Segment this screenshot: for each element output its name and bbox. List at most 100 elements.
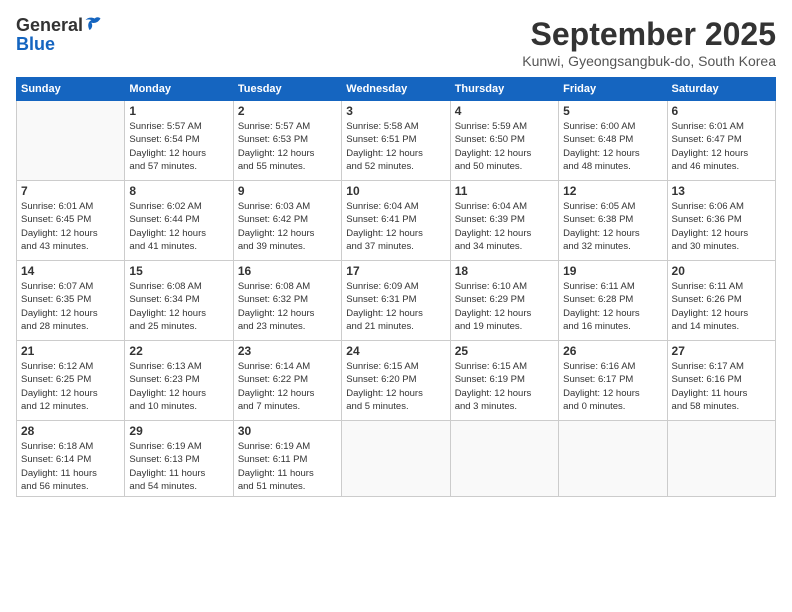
day-info: Sunrise: 6:16 AM Sunset: 6:17 PM Dayligh… <box>563 360 662 413</box>
day-number: 19 <box>563 264 662 278</box>
day-cell: 29 Sunrise: 6:19 AM Sunset: 6:13 PM Dayli… <box>125 421 233 497</box>
day-info: Sunrise: 6:11 AM Sunset: 6:26 PM Dayligh… <box>672 280 771 333</box>
week-row-1: 1 Sunrise: 5:57 AM Sunset: 6:54 PM Daylig… <box>17 101 776 181</box>
day-cell: 11 Sunrise: 6:04 AM Sunset: 6:39 PM Dayli… <box>450 181 558 261</box>
day-cell <box>450 421 558 497</box>
day-cell: 30 Sunrise: 6:19 AM Sunset: 6:11 PM Dayli… <box>233 421 341 497</box>
day-info: Sunrise: 6:18 AM Sunset: 6:14 PM Dayligh… <box>21 440 120 493</box>
day-info: Sunrise: 6:19 AM Sunset: 6:13 PM Dayligh… <box>129 440 228 493</box>
calendar-table: SundayMondayTuesdayWednesdayThursdayFrid… <box>16 77 776 497</box>
day-number: 4 <box>455 104 554 118</box>
month-title: September 2025 <box>522 16 776 53</box>
day-cell: 14Sunrise: 6:07 AM Sunset: 6:35 PM Dayli… <box>17 261 125 341</box>
location: Kunwi, Gyeongsangbuk-do, South Korea <box>522 53 776 69</box>
day-number: 22 <box>129 344 228 358</box>
day-number: 29 <box>129 424 228 438</box>
day-info: Sunrise: 6:09 AM Sunset: 6:31 PM Dayligh… <box>346 280 445 333</box>
day-info: Sunrise: 6:00 AM Sunset: 6:48 PM Dayligh… <box>563 120 662 173</box>
day-info: Sunrise: 5:58 AM Sunset: 6:51 PM Dayligh… <box>346 120 445 173</box>
day-number: 27 <box>672 344 771 358</box>
day-cell: 13Sunrise: 6:06 AM Sunset: 6:36 PM Dayli… <box>667 181 775 261</box>
day-cell: 6 Sunrise: 6:01 AM Sunset: 6:47 PM Daylig… <box>667 101 775 181</box>
day-number: 26 <box>563 344 662 358</box>
day-cell: 4Sunrise: 5:59 AM Sunset: 6:50 PM Daylig… <box>450 101 558 181</box>
day-info: Sunrise: 6:17 AM Sunset: 6:16 PM Dayligh… <box>672 360 771 413</box>
col-header-wednesday: Wednesday <box>342 78 450 101</box>
day-cell: 8 Sunrise: 6:02 AM Sunset: 6:44 PM Daylig… <box>125 181 233 261</box>
day-number: 1 <box>129 104 228 118</box>
day-cell: 21Sunrise: 6:12 AM Sunset: 6:25 PM Dayli… <box>17 341 125 421</box>
day-number: 3 <box>346 104 445 118</box>
day-cell: 5 Sunrise: 6:00 AM Sunset: 6:48 PM Daylig… <box>559 101 667 181</box>
day-cell: 15Sunrise: 6:08 AM Sunset: 6:34 PM Dayli… <box>125 261 233 341</box>
day-number: 25 <box>455 344 554 358</box>
day-info: Sunrise: 6:13 AM Sunset: 6:23 PM Dayligh… <box>129 360 228 413</box>
col-header-saturday: Saturday <box>667 78 775 101</box>
logo-bird-icon <box>83 16 103 36</box>
day-info: Sunrise: 6:03 AM Sunset: 6:42 PM Dayligh… <box>238 200 337 253</box>
day-cell: 20 Sunrise: 6:11 AM Sunset: 6:26 PM Dayli… <box>667 261 775 341</box>
day-info: Sunrise: 5:57 AM Sunset: 6:54 PM Dayligh… <box>129 120 228 173</box>
day-cell: 28Sunrise: 6:18 AM Sunset: 6:14 PM Dayli… <box>17 421 125 497</box>
col-header-thursday: Thursday <box>450 78 558 101</box>
col-header-friday: Friday <box>559 78 667 101</box>
day-cell: 27 Sunrise: 6:17 AM Sunset: 6:16 PM Dayli… <box>667 341 775 421</box>
day-info: Sunrise: 6:15 AM Sunset: 6:20 PM Dayligh… <box>346 360 445 413</box>
day-cell: 17 Sunrise: 6:09 AM Sunset: 6:31 PM Dayli… <box>342 261 450 341</box>
day-number: 30 <box>238 424 337 438</box>
day-cell: 10 Sunrise: 6:04 AM Sunset: 6:41 PM Dayli… <box>342 181 450 261</box>
col-header-tuesday: Tuesday <box>233 78 341 101</box>
day-cell: 1 Sunrise: 5:57 AM Sunset: 6:54 PM Daylig… <box>125 101 233 181</box>
day-info: Sunrise: 6:01 AM Sunset: 6:45 PM Dayligh… <box>21 200 120 253</box>
day-cell: 25 Sunrise: 6:15 AM Sunset: 6:19 PM Dayli… <box>450 341 558 421</box>
day-number: 14 <box>21 264 120 278</box>
day-info: Sunrise: 6:08 AM Sunset: 6:32 PM Dayligh… <box>238 280 337 333</box>
day-number: 8 <box>129 184 228 198</box>
day-info: Sunrise: 6:05 AM Sunset: 6:38 PM Dayligh… <box>563 200 662 253</box>
day-number: 17 <box>346 264 445 278</box>
day-cell: 24 Sunrise: 6:15 AM Sunset: 6:20 PM Dayli… <box>342 341 450 421</box>
day-cell: 23 Sunrise: 6:14 AM Sunset: 6:22 PM Dayli… <box>233 341 341 421</box>
page-header: General Blue September 2025 Kunwi, Gyeon… <box>16 16 776 69</box>
day-info: Sunrise: 5:57 AM Sunset: 6:53 PM Dayligh… <box>238 120 337 173</box>
day-number: 16 <box>238 264 337 278</box>
week-row-5: 28Sunrise: 6:18 AM Sunset: 6:14 PM Dayli… <box>17 421 776 497</box>
day-number: 20 <box>672 264 771 278</box>
day-number: 10 <box>346 184 445 198</box>
day-info: Sunrise: 6:02 AM Sunset: 6:44 PM Dayligh… <box>129 200 228 253</box>
day-info: Sunrise: 6:14 AM Sunset: 6:22 PM Dayligh… <box>238 360 337 413</box>
day-info: Sunrise: 6:11 AM Sunset: 6:28 PM Dayligh… <box>563 280 662 333</box>
logo-blue: Blue <box>16 34 55 55</box>
day-info: Sunrise: 6:19 AM Sunset: 6:11 PM Dayligh… <box>238 440 337 493</box>
day-number: 7 <box>21 184 120 198</box>
day-cell: 26 Sunrise: 6:16 AM Sunset: 6:17 PM Dayli… <box>559 341 667 421</box>
day-cell: 7 Sunrise: 6:01 AM Sunset: 6:45 PM Daylig… <box>17 181 125 261</box>
day-cell: 22 Sunrise: 6:13 AM Sunset: 6:23 PM Dayli… <box>125 341 233 421</box>
day-number: 11 <box>455 184 554 198</box>
day-info: Sunrise: 6:10 AM Sunset: 6:29 PM Dayligh… <box>455 280 554 333</box>
day-info: Sunrise: 6:12 AM Sunset: 6:25 PM Dayligh… <box>21 360 120 413</box>
day-number: 5 <box>563 104 662 118</box>
day-cell: 9 Sunrise: 6:03 AM Sunset: 6:42 PM Daylig… <box>233 181 341 261</box>
logo-text: General <box>16 16 103 36</box>
day-info: Sunrise: 6:08 AM Sunset: 6:34 PM Dayligh… <box>129 280 228 333</box>
logo: General Blue <box>16 16 103 55</box>
day-info: Sunrise: 6:15 AM Sunset: 6:19 PM Dayligh… <box>455 360 554 413</box>
week-row-2: 7 Sunrise: 6:01 AM Sunset: 6:45 PM Daylig… <box>17 181 776 261</box>
day-info: Sunrise: 6:04 AM Sunset: 6:41 PM Dayligh… <box>346 200 445 253</box>
day-number: 9 <box>238 184 337 198</box>
day-cell <box>342 421 450 497</box>
day-info: Sunrise: 6:04 AM Sunset: 6:39 PM Dayligh… <box>455 200 554 253</box>
day-number: 23 <box>238 344 337 358</box>
day-info: Sunrise: 6:01 AM Sunset: 6:47 PM Dayligh… <box>672 120 771 173</box>
day-number: 13 <box>672 184 771 198</box>
day-number: 6 <box>672 104 771 118</box>
day-cell: 12Sunrise: 6:05 AM Sunset: 6:38 PM Dayli… <box>559 181 667 261</box>
day-cell: 19 Sunrise: 6:11 AM Sunset: 6:28 PM Dayli… <box>559 261 667 341</box>
day-cell: 18Sunrise: 6:10 AM Sunset: 6:29 PM Dayli… <box>450 261 558 341</box>
day-cell <box>17 101 125 181</box>
col-header-sunday: Sunday <box>17 78 125 101</box>
day-cell: 2Sunrise: 5:57 AM Sunset: 6:53 PM Daylig… <box>233 101 341 181</box>
week-row-4: 21Sunrise: 6:12 AM Sunset: 6:25 PM Dayli… <box>17 341 776 421</box>
day-number: 24 <box>346 344 445 358</box>
